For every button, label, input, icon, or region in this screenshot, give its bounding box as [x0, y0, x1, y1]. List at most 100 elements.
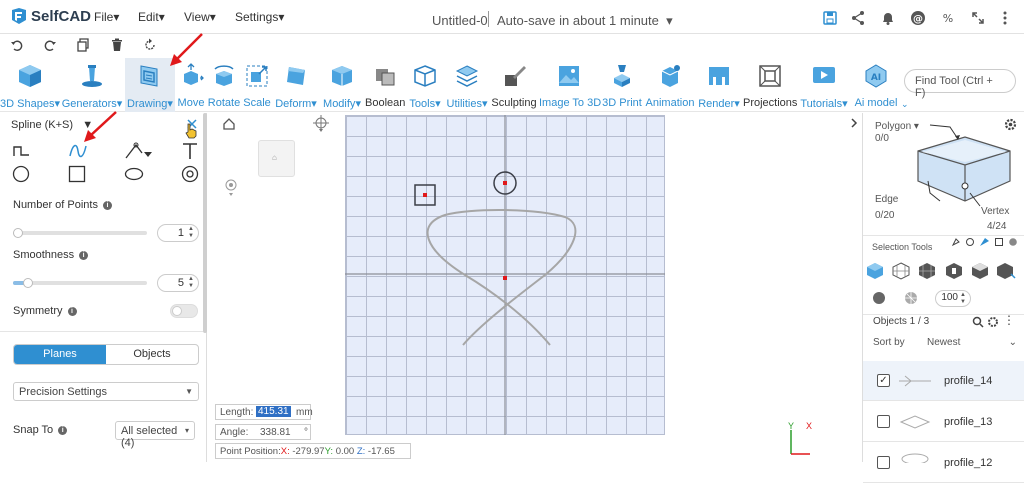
menu-file[interactable]: File▾	[94, 10, 119, 24]
menu-settings[interactable]: Settings▾	[235, 10, 284, 24]
document-name[interactable]: Untitled-0	[432, 13, 488, 28]
app-logo[interactable]: SelfCAD	[10, 7, 91, 25]
view-cube-mini[interactable]: ⌂	[258, 140, 295, 177]
tool-ai-model[interactable]: AI Ai model	[851, 58, 901, 112]
solid-sphere-icon[interactable]	[872, 291, 886, 305]
object-row[interactable]: profile_12	[863, 443, 1024, 483]
tool-rotate[interactable]: Rotate	[207, 58, 241, 112]
select-arrow-cube-icon[interactable]	[996, 262, 1016, 280]
menu-edit[interactable]: Edit▾	[138, 10, 165, 24]
wire-sphere-icon[interactable]	[904, 291, 918, 305]
find-tool-input[interactable]: Find Tool (Ctrl + F)	[904, 69, 1016, 99]
select-grid-cube-icon[interactable]	[892, 262, 910, 280]
tool-generators[interactable]: Generators▾	[61, 58, 123, 112]
sketch-canvas[interactable]	[345, 115, 665, 435]
tab-objects[interactable]: Objects	[106, 345, 198, 364]
number-of-points-slider[interactable]	[13, 228, 147, 238]
select-lasso-icon[interactable]	[965, 237, 975, 247]
info-icon[interactable]: i	[102, 200, 112, 210]
stepper-arrows-icon[interactable]: ▲ ▼	[188, 276, 194, 290]
tool-animation[interactable]: Animation	[645, 58, 695, 112]
vertex-mode-label[interactable]: Vertex	[981, 206, 1009, 217]
object-visibility-checkbox[interactable]	[877, 456, 890, 469]
units-percent-icon[interactable]: %	[940, 10, 956, 26]
object-visibility-checkbox[interactable]: ✓	[877, 374, 890, 387]
polyline-tool-icon[interactable]	[13, 144, 31, 158]
stepper-arrows-icon[interactable]: ▲ ▼	[960, 292, 966, 306]
angle-field[interactable]: Angle: 338.81 °	[215, 424, 311, 440]
z-value[interactable]: -17.65	[368, 446, 395, 457]
tool-sculpting[interactable]: Sculpting	[490, 58, 538, 112]
tool-3d-print[interactable]: 3D Print	[600, 58, 644, 112]
tool-utilities[interactable]: Utilities▾	[445, 58, 489, 112]
object-settings-gear-icon[interactable]	[987, 316, 999, 328]
reset-rotate-icon[interactable]	[143, 38, 157, 52]
tool-projections[interactable]: Projections	[743, 58, 797, 112]
smoothness-slider[interactable]	[13, 278, 147, 288]
search-icon[interactable]	[972, 316, 984, 328]
tab-planes[interactable]: Planes	[14, 345, 106, 364]
angle-value[interactable]: 338.81	[260, 427, 291, 438]
ellipse-tool-icon[interactable]	[124, 167, 144, 181]
menu-view[interactable]: View▾	[184, 10, 216, 24]
object-row[interactable]: ✓ profile_14	[863, 361, 1024, 401]
collapse-right-panel-chevron-icon[interactable]	[848, 116, 860, 130]
objects-menu-kebab-icon[interactable]: ⋮	[1003, 313, 1015, 327]
select-sphere-icon[interactable]	[1008, 237, 1019, 247]
length-value[interactable]: 415.31	[256, 406, 291, 417]
sort-by-dropdown[interactable]: Newest ⌄	[927, 337, 1017, 348]
slider-knob[interactable]	[23, 278, 33, 288]
tool-boolean[interactable]: Boolean	[365, 58, 405, 112]
info-icon[interactable]: i	[67, 306, 77, 316]
kebab-menu-icon[interactable]	[997, 10, 1013, 26]
select-all-cube-icon[interactable]	[866, 262, 884, 280]
info-icon[interactable]: i	[58, 425, 68, 435]
save-icon[interactable]	[822, 10, 838, 26]
select-face-cube-icon[interactable]	[945, 262, 963, 280]
select-cube-icon[interactable]	[994, 237, 1005, 247]
camera-nav-icon[interactable]	[311, 115, 331, 133]
text-tool-icon[interactable]	[181, 141, 199, 161]
rectangle-tool-icon[interactable]	[68, 165, 86, 183]
x-value[interactable]: -279.97	[292, 446, 324, 457]
expand-icon[interactable]	[970, 10, 986, 26]
info-icon[interactable]: i	[79, 250, 89, 260]
copy-icon[interactable]	[76, 38, 90, 52]
smoothness-stepper[interactable]: 5 ▲ ▼	[157, 274, 199, 292]
pen-curve-tool-icon[interactable]	[124, 141, 154, 161]
tool-tools[interactable]: Tools▾	[406, 58, 444, 112]
tool-3d-shapes[interactable]: 3D Shapes▾	[0, 58, 60, 112]
ring-tool-icon[interactable]	[181, 165, 199, 183]
circle-tool-icon[interactable]	[12, 165, 30, 183]
tool-render[interactable]: Render▾	[696, 58, 742, 112]
select-paint-icon[interactable]	[951, 237, 961, 247]
select-brush-icon[interactable]	[979, 237, 990, 247]
symmetry-toggle[interactable]	[170, 304, 198, 318]
object-row[interactable]: profile_13	[863, 402, 1024, 442]
edge-mode-label[interactable]: Edge	[875, 194, 898, 205]
tool-modify[interactable]: Modify▾	[320, 58, 364, 112]
length-field[interactable]: Length: 415.31 mm	[215, 404, 313, 420]
delete-trash-icon[interactable]	[110, 38, 124, 52]
selection-mode-cube-icon[interactable]	[910, 121, 1018, 219]
select-dark-grid-cube-icon[interactable]	[918, 262, 936, 280]
tool-scale[interactable]: Scale	[242, 58, 272, 112]
snap-to-dropdown[interactable]: All selected (4) ▾	[115, 421, 195, 449]
stepper-arrows-icon[interactable]: ▲ ▼	[188, 226, 194, 240]
undo-icon[interactable]	[10, 38, 24, 52]
autosave-status[interactable]: Auto-save in about 1 minute ▾	[497, 13, 673, 29]
precision-settings-dropdown[interactable]: Precision Settings ▼	[13, 382, 199, 401]
selection-size-stepper[interactable]: 100 ▲ ▼	[935, 290, 971, 307]
help-icon[interactable]: @	[910, 10, 926, 26]
select-half-cube-icon[interactable]	[971, 262, 989, 280]
tool-deform[interactable]: Deform▾	[273, 58, 319, 112]
spline-curve[interactable]	[426, 209, 577, 346]
object-visibility-checkbox[interactable]	[877, 415, 890, 428]
notifications-bell-icon[interactable]	[880, 10, 896, 26]
redo-icon[interactable]	[43, 38, 57, 52]
share-icon[interactable]	[850, 10, 866, 26]
point-position-field[interactable]: Point Position:X: -279.97Y: 0.00 Z: -17.…	[215, 443, 411, 459]
panel-scrollbar[interactable]	[203, 113, 207, 333]
slider-knob[interactable]	[13, 228, 23, 238]
tool-tutorials[interactable]: Tutorials▾	[798, 58, 850, 112]
